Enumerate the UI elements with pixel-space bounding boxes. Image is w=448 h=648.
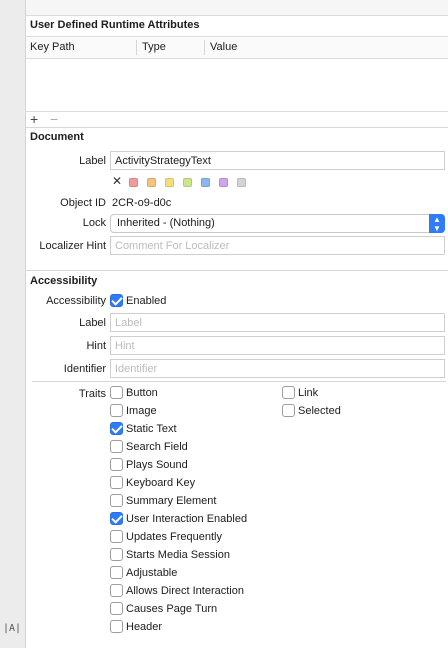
trait-allows-direct-interaction-label: Allows Direct Interaction — [126, 585, 244, 597]
trait-updates-frequently-checkbox[interactable] — [110, 530, 123, 543]
trait-link-checkbox[interactable] — [282, 386, 295, 399]
yellow-swatch[interactable] — [165, 178, 174, 187]
trait-keyboard-key-label: Keyboard Key — [126, 477, 196, 489]
document-label-label: Label — [79, 155, 106, 167]
hint-field[interactable] — [110, 336, 445, 355]
gray-swatch[interactable] — [237, 178, 246, 187]
purple-swatch[interactable] — [219, 178, 228, 187]
left-gutter: |A| — [0, 0, 26, 648]
chevron-up-down-icon: ▲ ▼ — [429, 214, 445, 233]
trait-allows-direct-interaction-checkbox[interactable] — [110, 584, 123, 597]
runtime-attributes-header: Key Path Type Value — [26, 37, 448, 59]
trait-button-label: Button — [126, 387, 158, 399]
traits-divider — [32, 381, 446, 382]
identifier-label: Identifier — [63, 363, 106, 375]
orange-swatch[interactable] — [147, 178, 156, 187]
localizer-hint-field[interactable] — [110, 236, 445, 255]
accessibility-enabled-label: Enabled — [126, 295, 167, 307]
identifier-field[interactable] — [110, 359, 445, 378]
attributes-inspector: User Defined Runtime Attributes Key Path… — [26, 0, 448, 648]
trait-plays-sound-label: Plays Sound — [126, 459, 188, 471]
remove-attribute-button[interactable]: − — [50, 112, 58, 126]
object-id-label: Object ID — [60, 197, 106, 209]
runtime-attributes-title: User Defined Runtime Attributes — [30, 19, 200, 31]
trait-selected-checkbox[interactable] — [282, 404, 295, 417]
red-swatch[interactable] — [129, 178, 138, 187]
column-type[interactable]: Type — [142, 41, 166, 53]
runtime-attributes-table[interactable]: Key Path Type Value — [26, 36, 448, 112]
object-id-value: 2CR-o9-d0c — [112, 197, 172, 209]
trait-user-interaction-enabled-checkbox[interactable] — [110, 512, 123, 525]
document-section-title: Document — [30, 131, 84, 143]
trait-link-label: Link — [298, 387, 319, 399]
accessibility-label: Accessibility — [46, 295, 106, 307]
hint-label: Hint — [86, 340, 106, 352]
trait-adjustable-label: Adjustable — [126, 567, 178, 579]
localizer-hint-label: Localizer Hint — [39, 240, 106, 252]
trait-user-interaction-enabled-label: User Interaction Enabled — [126, 513, 248, 525]
trait-causes-page-turn-checkbox[interactable] — [110, 602, 123, 615]
trait-header-checkbox[interactable] — [110, 620, 123, 633]
section-divider — [26, 270, 448, 271]
document-label-field[interactable] — [110, 151, 445, 170]
inspector-top-bar — [26, 0, 448, 16]
constraints-icon[interactable]: |A| — [3, 621, 21, 637]
accessibility-label-label: Label — [79, 317, 106, 329]
lock-label: Lock — [82, 217, 106, 229]
section-divider — [26, 127, 448, 128]
trait-causes-page-turn-label: Causes Page Turn — [126, 603, 218, 615]
trait-image-checkbox[interactable] — [110, 404, 123, 417]
trait-image-label: Image — [126, 405, 157, 417]
column-value[interactable]: Value — [210, 41, 237, 53]
clear-color-label-button[interactable]: ✕ — [112, 175, 122, 187]
trait-starts-media-session-checkbox[interactable] — [110, 548, 123, 561]
trait-static-text-label: Static Text — [126, 423, 177, 435]
trait-search-field-checkbox[interactable] — [110, 440, 123, 453]
accessibility-label-field[interactable] — [110, 313, 445, 332]
lock-popup-value: Inherited - (Nothing) — [117, 217, 215, 229]
accessibility-section-title: Accessibility — [30, 275, 98, 287]
trait-header-label: Header — [126, 621, 163, 633]
trait-static-text-checkbox[interactable] — [110, 422, 123, 435]
trait-plays-sound-checkbox[interactable] — [110, 458, 123, 471]
accessibility-enabled-checkbox[interactable] — [110, 294, 123, 307]
trait-summary-element-checkbox[interactable] — [110, 494, 123, 507]
add-attribute-button[interactable]: + — [30, 112, 38, 126]
lock-popup-button[interactable]: Inherited - (Nothing) ▲ ▼ — [110, 214, 445, 233]
column-divider — [204, 40, 205, 55]
trait-search-field-label: Search Field — [126, 441, 188, 453]
blue-swatch[interactable] — [201, 178, 210, 187]
trait-starts-media-session-label: Starts Media Session — [126, 549, 230, 561]
trait-updates-frequently-label: Updates Frequently — [126, 531, 222, 543]
trait-summary-element-label: Summary Element — [126, 495, 217, 507]
column-key-path[interactable]: Key Path — [30, 41, 75, 53]
trait-button-checkbox[interactable] — [110, 386, 123, 399]
trait-keyboard-key-checkbox[interactable] — [110, 476, 123, 489]
column-divider — [136, 40, 137, 55]
trait-selected-label: Selected — [298, 405, 341, 417]
green-swatch[interactable] — [183, 178, 192, 187]
trait-adjustable-checkbox[interactable] — [110, 566, 123, 579]
traits-label: Traits — [78, 388, 106, 400]
